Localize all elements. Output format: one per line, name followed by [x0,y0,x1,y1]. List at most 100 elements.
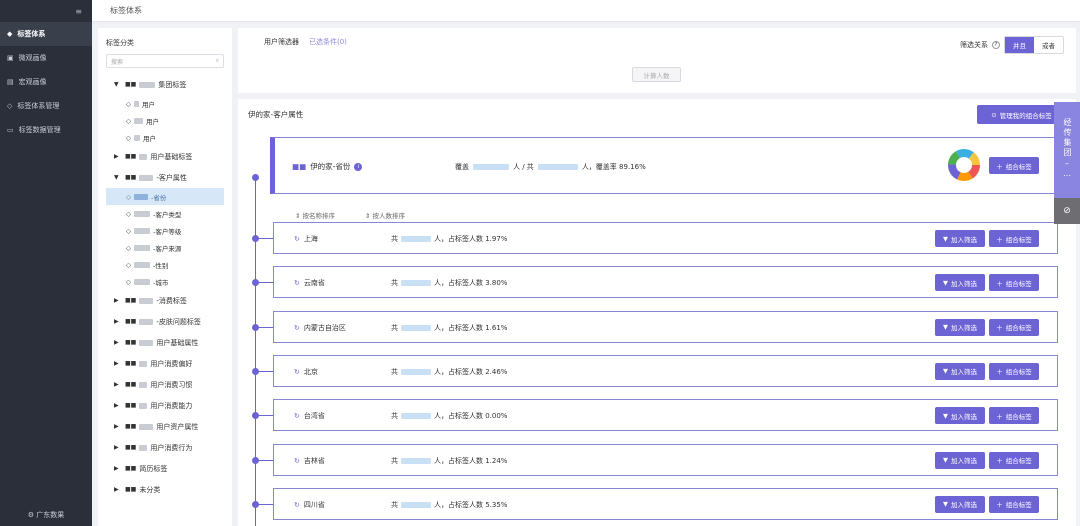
combine-tag-button[interactable]: ＋组合标签 [989,362,1039,380]
timeline-dot [252,279,259,287]
plus-icon: ＋ [996,457,1003,465]
search-icon: ⌕ [215,57,219,64]
tree-group[interactable]: ▶ ■■ 用户基础标签 [106,146,224,167]
sidebar: ≡ ◆ 标签体系 ▣ 微观画像 ▤ 宏观画像 ◇ 标签体系管理 ▭ 标签数据管理 ⚙ 广东… [0,0,92,526]
tree-group[interactable]: ▼ ■■ -客户属性 [106,167,224,188]
tree-group[interactable]: ▶ ■■ 用户消费习惯 [106,374,224,395]
tree-leaf-province[interactable]: ◇ -省份 [106,188,224,205]
row-count: 共人，占标签人数 1.97% [391,235,508,243]
add-filter-button[interactable]: ▼ 加入筛选 [935,230,985,247]
tag-icon: ◇ [126,260,131,269]
link-icon: ↻ [294,235,300,243]
sort-by-name[interactable]: ⇕ 按名称排序 [295,210,335,220]
coverage-donut [948,149,980,181]
grid-icon: ■■ [125,174,137,181]
row-name: 吉林省 [303,456,325,465]
sidebar-item-micro-portrait[interactable]: ▣ 微观画像 [0,46,92,70]
filter-icon: ▼ [943,234,948,243]
tag-icon: ◇ [126,277,131,286]
grid-icon: ■■ [125,402,137,409]
timeline-dot [252,412,259,420]
timeline-dot [252,367,259,375]
tree-group[interactable]: ▶ ■■ 用户消费偏好 [106,353,224,374]
eye-hide-icon[interactable]: ⊘ [1054,198,1080,224]
combine-tag-button[interactable]: ＋组合标签 [989,451,1039,469]
tree-group[interactable]: ▶ ■■ 简历标签 [106,458,224,479]
filter-title: 用户筛选器 [264,38,299,46]
collapse-icon[interactable]: ≡ [75,7,82,16]
tree-group[interactable]: ▶ ■■ 用户基础属性 [106,332,224,353]
filter-conditions[interactable]: 已选条件(0) [309,37,347,47]
tree-group[interactable]: ▼ ■■ 集团标签 [106,74,224,95]
side-floating-tab[interactable]: 经传集团 – ⋯ [1054,102,1080,198]
image-icon: ▣ [7,54,14,62]
sidebar-footer: ⚙ 广东数果 [27,511,65,519]
tree-leaf[interactable]: ◇ -城市 [106,273,224,290]
add-filter-button[interactable]: ▼ 加入筛选 [935,318,985,336]
add-filter-button[interactable]: ▼ 加入筛选 [935,274,985,292]
combine-tag-button[interactable]: ＋组合标签 [989,274,1039,292]
tree-leaf[interactable]: ◇ -性别 [106,256,224,273]
combine-tag-button[interactable]: ＋组合标签 [989,230,1039,247]
and-option[interactable]: 并且 [1005,37,1034,53]
coverage-text: 覆盖人 / 共人，覆盖率 89.16% [455,163,646,171]
caret-right-icon: ▶ [114,465,119,472]
tree-leaf[interactable]: ◇ 用户 [106,95,224,112]
tree-group[interactable]: ▶ ■■ -消费标签 [106,290,224,311]
user-filter-panel: 用户筛选器 已选条件(0) 筛选关系 ? 并且 或者 计算人数 [238,28,1076,93]
tree-leaf[interactable]: ◇ -客户类型 [106,205,224,222]
caret-right-icon: ▶ [114,423,119,430]
filter-icon: ▼ [943,278,948,287]
tag-icon: ◇ [126,243,131,252]
help-icon[interactable]: ? [992,41,1000,49]
tree-search-input[interactable]: 搜索 ⌕ [106,54,224,68]
add-filter-button[interactable]: ▼ 加入筛选 [935,407,985,425]
caret-right-icon: ▶ [114,318,119,325]
combine-tag-button[interactable]: ＋组合标签 [989,318,1039,336]
row-name: 内蒙古自治区 [303,323,346,332]
settings-icon: ⊙ [991,110,997,119]
combine-tag-button[interactable]: ＋组合标签 [989,407,1039,425]
link-icon: ↻ [294,279,300,288]
tree-leaf[interactable]: ◇ 用户 [106,129,224,146]
manage-combo-tags-button[interactable]: ⊙ 管理我的组合标签 [977,105,1066,124]
tree-group[interactable]: ▶ ■■ 用户消费行为 [106,437,224,458]
sidebar-item-tag-manage[interactable]: ◇ 标签体系管理 [0,94,92,118]
add-filter-button[interactable]: ▼ 加入筛选 [935,451,985,469]
tree-group[interactable]: ▶ ■■ 用户消费能力 [106,395,224,416]
sort-by-count[interactable]: ⇕ 按人数排序 [365,210,405,220]
add-filter-button[interactable]: ▼ 加入筛选 [935,495,985,513]
tag-icon: ◆ [7,30,13,38]
tag-icon: ◇ [126,226,131,235]
grid-icon: ■■ [125,444,137,451]
grid-icon: ■■ [125,465,137,472]
relation-toggle[interactable]: 并且 或者 [1004,36,1064,54]
sidebar-item-data-manage[interactable]: ▭ 标签数据管理 [0,118,92,142]
tag-detail-panel: 伊的家-客户属性 ⊙ 管理我的组合标签 ■■ 伊的家-省份 i 覆盖人 / 共人，… [238,99,1076,526]
summary-combine-button[interactable]: ＋组合标签 [989,157,1039,174]
tree-leaf[interactable]: ◇ -客户来源 [106,239,224,256]
tag-tree: 标签分类 搜索 ⌕ ▼ ■■ 集团标签 ◇ 用户 ◇ 用户 ◇ 用户 ▶ ■■ 用户基础标签 ▼… [98,28,232,526]
sidebar-item-tag-system[interactable]: ◆ 标签体系 [0,22,92,46]
or-option[interactable]: 或者 [1034,37,1063,53]
add-filter-button[interactable]: ▼ 加入筛选 [935,362,985,380]
grid-icon: ■■ [125,339,137,346]
grid-icon: ■■ [125,360,137,367]
tree-leaf[interactable]: ◇ 用户 [106,112,224,129]
row-count: 共人，占标签人数 1.61% [391,323,508,332]
chart-icon: ▤ [7,78,14,86]
tree-group[interactable]: ▶ ■■ 用户资产属性 [106,416,224,437]
relation-label: 筛选关系 [960,41,988,49]
tag-manage-icon: ◇ [7,102,13,110]
sidebar-item-macro-portrait[interactable]: ▤ 宏观画像 [0,70,92,94]
tree-leaf[interactable]: ◇ -客户等级 [106,222,224,239]
combine-tag-button[interactable]: ＋组合标签 [989,495,1039,513]
timeline-dot [252,235,259,242]
plus-icon: ＋ [996,279,1003,288]
caret-right-icon: ▶ [114,402,119,409]
tree-group[interactable]: ▶ ■■ 未分类 [106,479,224,500]
calc-count-button[interactable]: 计算人数 [632,67,681,82]
row-count: 共人，占标签人数 3.80% [391,279,508,288]
info-icon[interactable]: i [354,162,363,171]
tree-group[interactable]: ▶ ■■ -皮肤问题标签 [106,311,224,332]
